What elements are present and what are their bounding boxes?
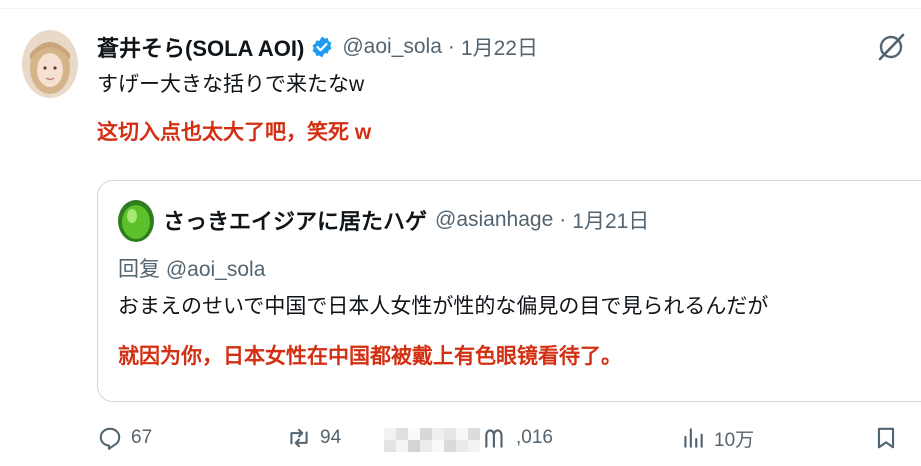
reply-icon	[99, 427, 121, 450]
bookmark-icon	[877, 427, 895, 449]
author-display-name[interactable]: 蒼井そら(SOLA AOI)	[97, 31, 304, 63]
quoted-tweet-date: 1月21日	[572, 210, 650, 233]
quoted-tweet-header: さっきエイジアに居たハゲ @asianhage · 1月21日	[163, 205, 649, 235]
watermark-mosaic	[384, 425, 480, 455]
reply-count: 67	[131, 427, 153, 448]
retweet-button[interactable]: 94	[286, 424, 341, 452]
tweet-header: 蒼井そら(SOLA AOI) @aoi_sola · 1月22日	[97, 33, 538, 61]
header-separator: ·	[447, 35, 455, 58]
like-button[interactable]: ,016	[482, 424, 553, 452]
views-button[interactable]: 10万	[680, 424, 754, 452]
reply-to-label: 回复 @aoi_sola	[118, 258, 266, 281]
views-count: 10万	[714, 429, 755, 451]
quoted-author-avatar	[118, 200, 154, 242]
like-count: ,016	[516, 427, 553, 448]
retweet-icon	[290, 428, 308, 448]
bookmark-button[interactable]	[873, 424, 899, 452]
quoted-author-handle: @asianhage	[435, 208, 554, 231]
verified-badge-icon	[310, 35, 334, 59]
quoted-tweet-text: おまえのせいで中国で日本人女性が性的な偏見の目で見られるんだが	[118, 295, 769, 318]
retweet-count: 94	[320, 427, 342, 448]
grok-icon[interactable]	[876, 32, 906, 62]
top-divider	[0, 8, 921, 9]
quoted-author-display-name: さっきエイジアに居たハゲ	[163, 209, 428, 234]
author-handle[interactable]: @aoi_sola	[342, 35, 442, 59]
tweet-date[interactable]: 1月22日	[461, 32, 538, 62]
views-icon	[684, 428, 703, 448]
tweet-translation: 这切入点也太大了吧，笑死 w	[97, 121, 372, 144]
author-avatar[interactable]	[22, 30, 78, 98]
reply-button[interactable]: 67	[97, 424, 152, 452]
quoted-header-separator: ·	[559, 208, 567, 231]
quoted-tweet-translation: 就因为你，日本女性在中国都被戴上有色眼镜看待了。	[118, 345, 622, 368]
like-icon	[485, 429, 503, 448]
tweet-text: すげー大きな括りで来たなw	[97, 73, 365, 96]
